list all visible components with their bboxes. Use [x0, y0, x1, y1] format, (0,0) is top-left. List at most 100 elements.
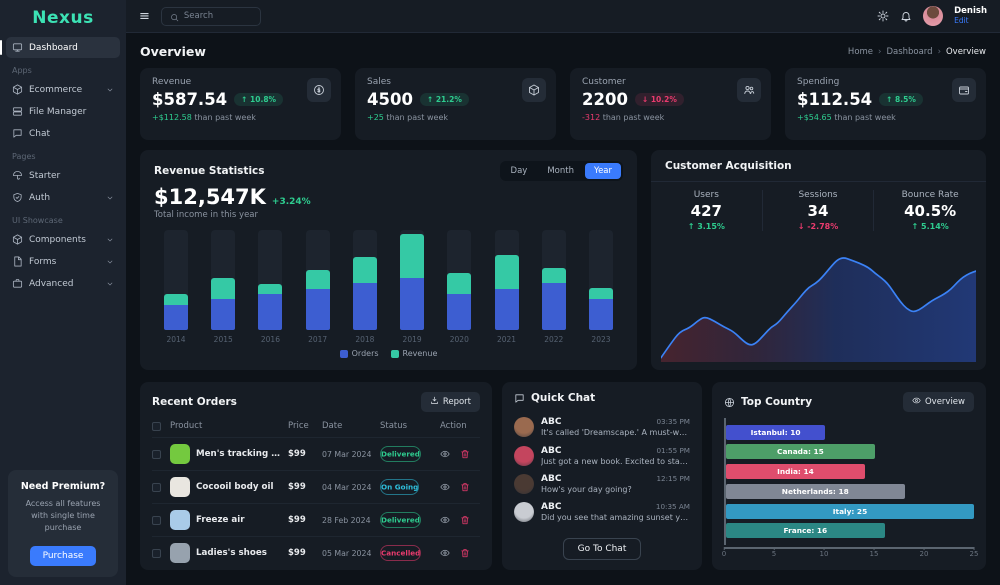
stat-card-delta-value: +$112.58	[152, 113, 192, 122]
product-name: Cocooil body oil	[196, 482, 273, 492]
row-checkbox[interactable]	[152, 549, 161, 558]
stat-card-delta: +25 than past week	[367, 113, 544, 122]
price-cell: $99	[288, 548, 322, 558]
orders-bar-segment	[400, 278, 424, 330]
chat-message-text: Did you see that amazing sunset yesterda…	[541, 513, 690, 523]
product-thumbnail	[170, 543, 190, 563]
chat-button-row: Go To Chat	[514, 538, 690, 560]
sidebar-item-forms[interactable]: Forms	[6, 251, 120, 272]
sidebar-section-pages: Pages	[6, 145, 120, 165]
chat-timestamp: 01:55 PM	[656, 446, 690, 455]
select-all-checkbox[interactable]	[152, 422, 161, 431]
orders-bar-segment	[258, 294, 282, 330]
acquisition-metrics: Users427↑ 3.15%Sessions34↓ -2.78%Bounce …	[651, 182, 986, 237]
delete-trash-icon[interactable]	[460, 482, 470, 492]
revenue-total-value: $12,547K	[154, 185, 266, 209]
date-cell: 07 Mar 2024	[322, 450, 380, 459]
view-eye-icon[interactable]	[440, 515, 450, 525]
row-checkbox[interactable]	[152, 483, 161, 492]
revenue-statistics-header: Revenue Statistics DayMonthYear	[154, 161, 623, 181]
breadcrumb-item-dashboard[interactable]: Dashboard	[886, 47, 932, 57]
chat-message-text: Just got a new book. Excited to start re…	[541, 457, 690, 467]
revenue-bar-segment	[542, 268, 566, 283]
breadcrumb-item-home[interactable]: Home	[848, 47, 873, 57]
view-eye-icon[interactable]	[440, 548, 450, 558]
chat-message-top: ABC03:35 PM	[541, 417, 690, 427]
view-eye-icon[interactable]	[440, 449, 450, 459]
user-avatar[interactable]	[923, 6, 943, 26]
chat-timestamp: 10:35 AM	[656, 502, 690, 511]
sidebar-item-starter[interactable]: Starter	[6, 165, 120, 186]
sidebar-item-label: Components	[29, 235, 86, 245]
revenue-bar-segment	[258, 284, 282, 294]
user-menu[interactable]: Denish Edit	[954, 7, 987, 25]
bar-year-label: 2019	[403, 335, 422, 344]
tab-year[interactable]: Year	[585, 163, 621, 179]
legend-swatch	[391, 350, 399, 358]
stat-card-delta-value: +$54.65	[797, 113, 832, 122]
revenue-statistics-card: Revenue Statistics DayMonthYear $12,547K…	[140, 150, 637, 370]
delete-trash-icon[interactable]	[460, 449, 470, 459]
column-header-status: Status	[380, 421, 440, 431]
delete-trash-icon[interactable]	[460, 548, 470, 558]
bar-track	[400, 230, 424, 330]
search-input[interactable]	[184, 11, 252, 21]
column-header-product: Product	[170, 421, 288, 431]
bar-year-label: 2014	[166, 335, 185, 344]
tab-day[interactable]: Day	[502, 163, 537, 179]
report-button[interactable]: Report	[421, 392, 480, 412]
search-box[interactable]	[161, 7, 261, 26]
bar-track	[542, 230, 566, 330]
orders-bar-segment	[495, 289, 519, 330]
action-cell	[440, 515, 480, 525]
product-thumbnail	[170, 477, 190, 497]
chat-avatar	[514, 446, 534, 466]
sidebar-item-dashboard[interactable]: Dashboard	[6, 37, 120, 58]
chat-message-top: ABC01:55 PM	[541, 446, 690, 456]
premium-text: Access all features with single time pur…	[16, 498, 110, 534]
chat-avatar	[514, 417, 534, 437]
stat-card-delta-value: -312	[582, 113, 600, 122]
delete-trash-icon[interactable]	[460, 515, 470, 525]
topbar-actions: Denish Edit	[877, 6, 987, 26]
tab-month[interactable]: Month	[538, 163, 583, 179]
acquisition-metric-users: Users427↑ 3.15%	[651, 190, 763, 231]
notifications-bell-icon[interactable]	[900, 10, 912, 22]
status-badge: Cancelled	[380, 545, 421, 561]
country-bar-france: France: 16	[726, 523, 885, 538]
row-checkbox[interactable]	[152, 516, 161, 525]
stat-card-delta-note: than past week	[192, 113, 256, 122]
view-eye-icon[interactable]	[440, 482, 450, 492]
bar-track	[306, 230, 330, 330]
chat-message-body: ABC12:15 PMHow's your day going?	[541, 474, 690, 495]
go-to-chat-button[interactable]: Go To Chat	[563, 538, 642, 560]
sidebar-item-chat[interactable]: Chat	[6, 123, 120, 144]
status-badge: Delivered	[380, 512, 421, 528]
orders-bar-segment	[164, 305, 188, 330]
axis-tick-20: 20	[920, 550, 929, 558]
hamburger-menu-icon[interactable]: ≡	[139, 10, 150, 23]
bar-track	[211, 230, 235, 330]
metric-change: ↑ 5.14%	[874, 222, 986, 231]
dollar-icon	[307, 78, 331, 102]
sidebar-item-components[interactable]: Components	[6, 229, 120, 250]
action-cell	[440, 449, 480, 459]
sidebar-item-file-manager[interactable]: File Manager	[6, 101, 120, 122]
product-thumbnail	[170, 510, 190, 530]
stat-card-value-row: $587.54↑ 10.8%	[152, 90, 329, 109]
bar-track	[258, 230, 282, 330]
user-edit-link[interactable]: Edit	[954, 17, 987, 26]
metric-value: 427	[651, 202, 762, 220]
revenue-bar-segment	[306, 270, 330, 289]
sidebar-item-ecommerce[interactable]: Ecommerce	[6, 79, 120, 100]
sidebar-item-auth[interactable]: Auth	[6, 187, 120, 208]
bar-year-label: 2016	[261, 335, 280, 344]
purchase-button[interactable]: Purchase	[30, 546, 97, 566]
row-checkbox[interactable]	[152, 450, 161, 459]
stat-card-value: $587.54	[152, 90, 227, 109]
sidebar-item-advanced[interactable]: Advanced	[6, 273, 120, 294]
theme-toggle-sun-icon[interactable]	[877, 10, 889, 22]
stat-cards-row: Revenue$587.54↑ 10.8%+$112.58 than past …	[140, 68, 986, 140]
country-bar-india: India: 14	[726, 464, 865, 479]
overview-button[interactable]: Overview	[903, 392, 974, 412]
